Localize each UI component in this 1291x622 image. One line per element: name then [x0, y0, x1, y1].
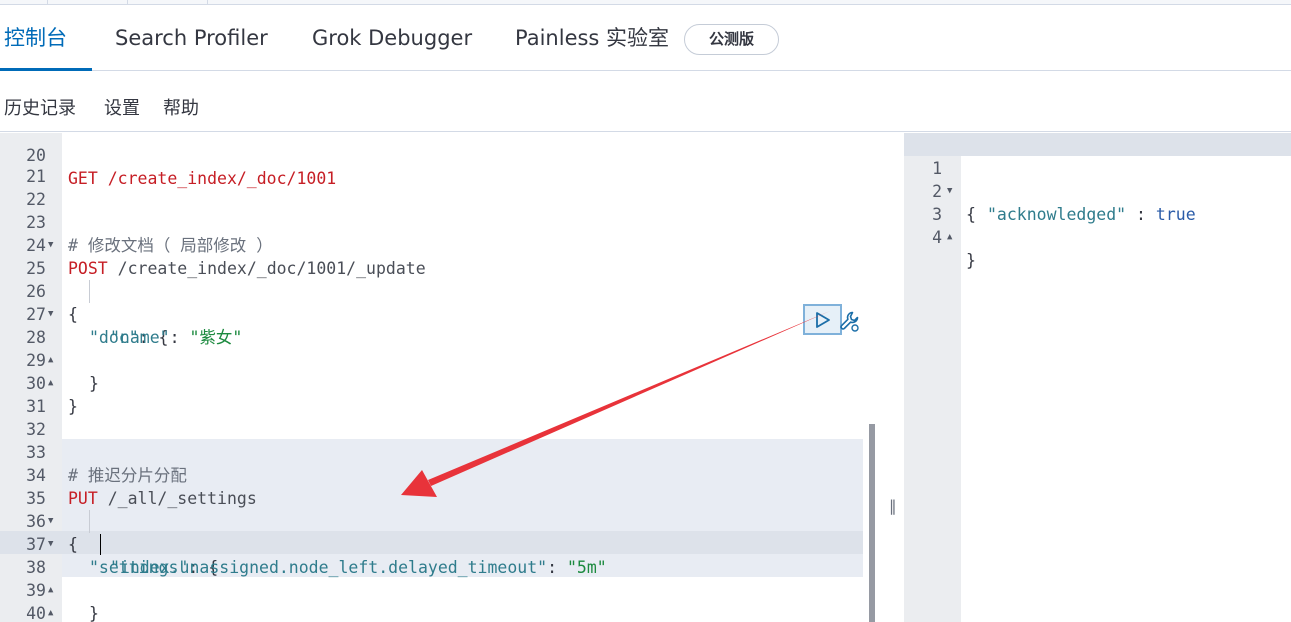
- fold-open-icon[interactable]: ▼: [48, 234, 53, 257]
- code-line: 27 "name": "紫女": [0, 280, 884, 347]
- code-line: 25 ▼ {: [0, 234, 884, 324]
- wrench-icon[interactable]: [838, 309, 862, 333]
- tab-painless-lab[interactable]: Painless 实验室: [515, 6, 669, 71]
- editor-scrollbar[interactable]: [869, 424, 875, 622]
- tab-search-profiler[interactable]: Search Profiler: [115, 6, 268, 71]
- code-line: 30: [0, 349, 884, 393]
- code-line: 40: [0, 579, 884, 622]
- code-line: 37 "index.unassigned.node_left.delayed_t…: [0, 510, 884, 577]
- send-request-button[interactable]: [803, 304, 842, 335]
- panel-resizer[interactable]: ‖: [884, 133, 904, 622]
- text-cursor: [100, 534, 101, 555]
- resize-grip-icon: ‖: [889, 497, 897, 515]
- code-line: 31: [0, 372, 884, 416]
- top-strip-segment: [48, 0, 128, 5]
- line-number: 4: [932, 228, 942, 247]
- code-line: 29 ▲ }: [0, 326, 884, 416]
- help-link[interactable]: 帮助: [163, 94, 199, 120]
- code-line: 32: [0, 395, 884, 439]
- code-line: 35 ▼ {: [0, 464, 884, 554]
- code-line: 24 POST /create_index/_doc/1001/_update: [0, 211, 884, 278]
- top-strip-segment: [128, 0, 208, 5]
- dev-tools-tabs: 控制台 Search Profiler Grok Debugger Painle…: [0, 6, 1291, 71]
- settings-link[interactable]: 设置: [104, 94, 140, 120]
- code-text: }: [966, 251, 976, 270]
- request-editor[interactable]: 20 GET /create_index/_doc/1001 21 22 23 …: [0, 133, 884, 622]
- beta-badge: 公测版: [684, 24, 779, 55]
- indent-guide: [89, 280, 90, 303]
- code-line: 26 ▼ "doc": {: [0, 257, 884, 347]
- code-line: 22: [0, 165, 884, 209]
- output-line: 2 "acknowledged" : true: [904, 157, 1291, 224]
- code-line: 34 PUT /_all/_settings: [0, 441, 884, 508]
- tab-console[interactable]: 控制台: [4, 6, 67, 71]
- code-line: 39 ▲ }: [0, 556, 884, 618]
- active-tab-indicator: [0, 68, 92, 71]
- code-line: 38 ▲ }: [0, 533, 884, 622]
- output-line: 4: [904, 203, 1291, 247]
- response-panel[interactable]: 1 ▼ { 2 "acknowledged" : true 3 ▲ } 4: [904, 133, 1291, 622]
- output-line: 1 ▼ {: [904, 134, 1291, 224]
- output-line: 3 ▲ }: [904, 180, 1291, 270]
- code-line: 36 ▼ "settings": {: [0, 487, 884, 577]
- play-icon: [816, 312, 830, 328]
- code-line: 33 # 推迟分片分配: [0, 418, 884, 485]
- history-link[interactable]: 历史记录: [4, 94, 76, 120]
- code-line: 21: [0, 142, 884, 186]
- tab-grok-debugger[interactable]: Grok Debugger: [312, 6, 472, 71]
- indent-guide: [89, 510, 90, 533]
- code-line: 41: [0, 602, 884, 622]
- top-strip-segment: [0, 0, 48, 5]
- console-menu: 历史记录 设置 帮助: [0, 72, 1291, 132]
- code-line: 23 # 修改文档（ 局部修改 ）: [0, 188, 884, 255]
- top-strip: [0, 0, 1291, 5]
- fold-close-icon[interactable]: ▲: [947, 226, 952, 249]
- code-line: 28 ▲ }: [0, 303, 884, 393]
